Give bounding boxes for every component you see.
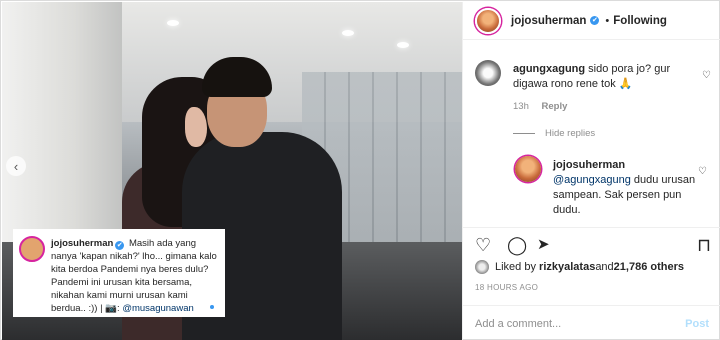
comment-icon[interactable]: ◯ xyxy=(507,234,527,256)
carousel-dots xyxy=(202,305,222,309)
action-bar: ♡ ◯ ➤ ⊓ Liked by rizkyalatas and 21,786 … xyxy=(463,227,720,340)
avatar xyxy=(19,236,45,262)
post-header: jojosuherman ✔ • Following xyxy=(463,2,720,40)
reply-button[interactable]: Reply xyxy=(542,101,568,112)
post-photo[interactable]: ‹ jojosuherman ✔ Masih ada yang nanya 'ka… xyxy=(2,2,462,340)
caption-username[interactable]: jojosuherman xyxy=(51,238,113,249)
likes-count[interactable]: 21,786 others xyxy=(614,261,684,273)
comment-input[interactable] xyxy=(475,318,686,330)
liker-username[interactable]: rizkyalatas xyxy=(539,261,595,273)
avatar[interactable] xyxy=(475,60,501,86)
separator: • xyxy=(605,14,610,27)
chevron-left-icon: ‹ xyxy=(13,158,19,174)
post-comment-button[interactable]: Post xyxy=(685,318,709,330)
following-button[interactable]: Following xyxy=(613,15,667,27)
post-timestamp: 18 HOURS AGO xyxy=(475,283,539,292)
share-icon[interactable]: ➤ xyxy=(537,234,550,256)
avatar xyxy=(475,260,489,274)
previous-photo-button[interactable]: ‹ xyxy=(6,156,26,176)
verified-badge-icon: ✔ xyxy=(590,16,600,25)
post-modal: ‹ jojosuherman ✔ Masih ada yang nanya 'ka… xyxy=(0,0,720,340)
likes-summary: Liked by rizkyalatas and 21,786 others xyxy=(475,260,684,274)
hide-replies-button[interactable]: Hide replies xyxy=(513,128,595,139)
comment-time: 13h xyxy=(513,101,529,112)
caption-mention[interactable]: @musagunawan xyxy=(122,303,193,314)
like-reply-heart-icon[interactable]: ♡ xyxy=(698,166,707,177)
author-username[interactable]: jojosuherman xyxy=(511,15,586,27)
save-bookmark-icon[interactable]: ⊓ xyxy=(697,234,711,256)
embedded-caption-card: jojosuherman ✔ Masih ada yang nanya 'kapa… xyxy=(13,229,225,317)
avatar[interactable] xyxy=(515,156,541,182)
reply-username[interactable]: jojosuherman xyxy=(553,159,625,171)
reply-mention[interactable]: @agungxagung xyxy=(553,174,631,186)
comment-username[interactable]: agungxagung xyxy=(513,63,585,75)
like-heart-icon[interactable]: ♡ xyxy=(475,234,491,256)
post-sidebar: jojosuherman ✔ • Following agungxagung s… xyxy=(462,2,720,340)
comment-list: agungxagung sido pora jo? gur digawa ron… xyxy=(463,48,720,228)
like-comment-heart-icon[interactable]: ♡ xyxy=(702,70,711,81)
add-comment-bar: Post xyxy=(463,305,720,340)
verified-badge-icon: ✔ xyxy=(115,241,125,250)
avatar[interactable] xyxy=(475,7,501,34)
